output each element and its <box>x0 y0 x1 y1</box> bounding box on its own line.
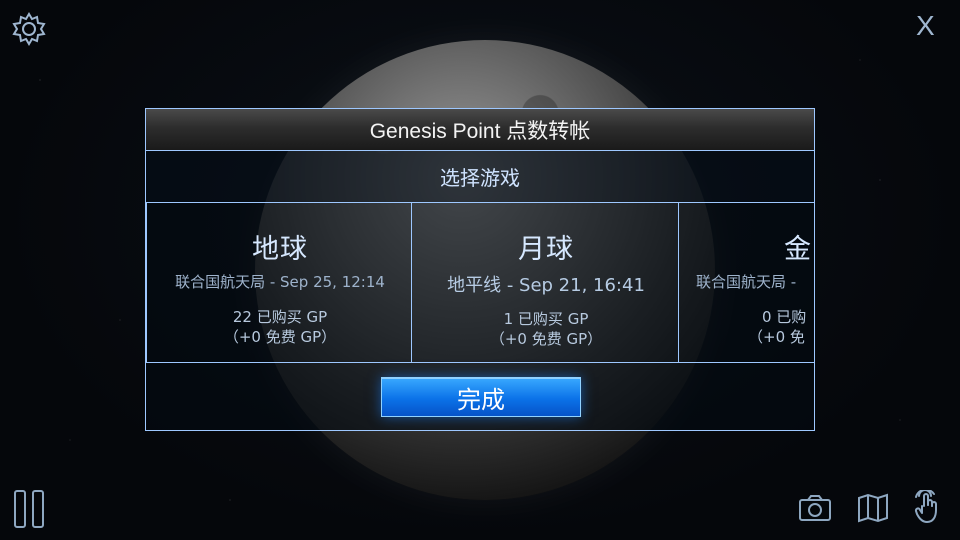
save-card-content: 金 联合国航天局 - 0 已购 （+0 免 <box>680 203 814 362</box>
dialog-title-bar: Genesis Point 点数转帐 <box>146 109 814 151</box>
save-gp-free: （+0 免费 GP） <box>489 330 603 348</box>
dialog-footer: 完成 <box>146 363 814 430</box>
pause-bar-right <box>32 490 44 528</box>
save-subtitle: 地平线 - Sep 21, 16:41 <box>447 275 645 296</box>
done-button[interactable]: 完成 <box>381 377 581 417</box>
save-card-earth[interactable]: 地球 联合国航天局 - Sep 25, 12:14 22 已购买 GP （+0 … <box>146 203 412 362</box>
close-icon[interactable]: X <box>916 10 940 42</box>
gear-icon[interactable] <box>12 12 46 46</box>
hand-icon[interactable] <box>914 488 942 526</box>
pause-bar-left <box>14 490 26 528</box>
save-card-venus[interactable]: 金 联合国航天局 - 0 已购 （+0 免 <box>680 203 814 362</box>
close-glyph: X <box>916 10 935 41</box>
done-button-label: 完成 <box>457 385 505 414</box>
save-gp-purchased: 1 已购买 GP <box>503 310 589 328</box>
save-gp-free: （+0 免 <box>748 328 805 346</box>
map-icon[interactable] <box>856 492 890 524</box>
camera-icon[interactable] <box>798 494 832 522</box>
save-subtitle: 联合国航天局 - Sep 25, 12:14 <box>175 273 385 291</box>
save-name: 月球 <box>518 234 574 265</box>
pause-icon[interactable] <box>14 490 48 530</box>
select-game-label: 选择游戏 <box>440 166 520 190</box>
save-gp-purchased: 22 已购买 GP <box>232 308 328 326</box>
save-gp-free: （+0 免费 GP） <box>223 328 337 346</box>
save-card-content: 地球 联合国航天局 - Sep 25, 12:14 22 已购买 GP （+0 … <box>147 203 411 362</box>
save-subtitle: 联合国航天局 - <box>696 273 797 291</box>
save-name: 地球 <box>252 234 308 265</box>
gp-transfer-dialog: Genesis Point 点数转帐 选择游戏 地球 联合国航天局 - Sep … <box>145 108 815 431</box>
save-list[interactable]: 地球 联合国航天局 - Sep 25, 12:14 22 已购买 GP （+0 … <box>146 203 814 363</box>
save-gp-purchased: 0 已购 <box>762 308 807 326</box>
dialog-title: Genesis Point 点数转帐 <box>369 119 591 143</box>
save-card-content: 月球 地平线 - Sep 21, 16:41 1 已购买 GP （+0 免费 G… <box>413 203 678 362</box>
dialog-subtitle: 选择游戏 <box>146 151 814 203</box>
save-card-moon[interactable]: 月球 地平线 - Sep 21, 16:41 1 已购买 GP （+0 免费 G… <box>413 203 679 362</box>
save-name: 金 <box>784 234 812 265</box>
